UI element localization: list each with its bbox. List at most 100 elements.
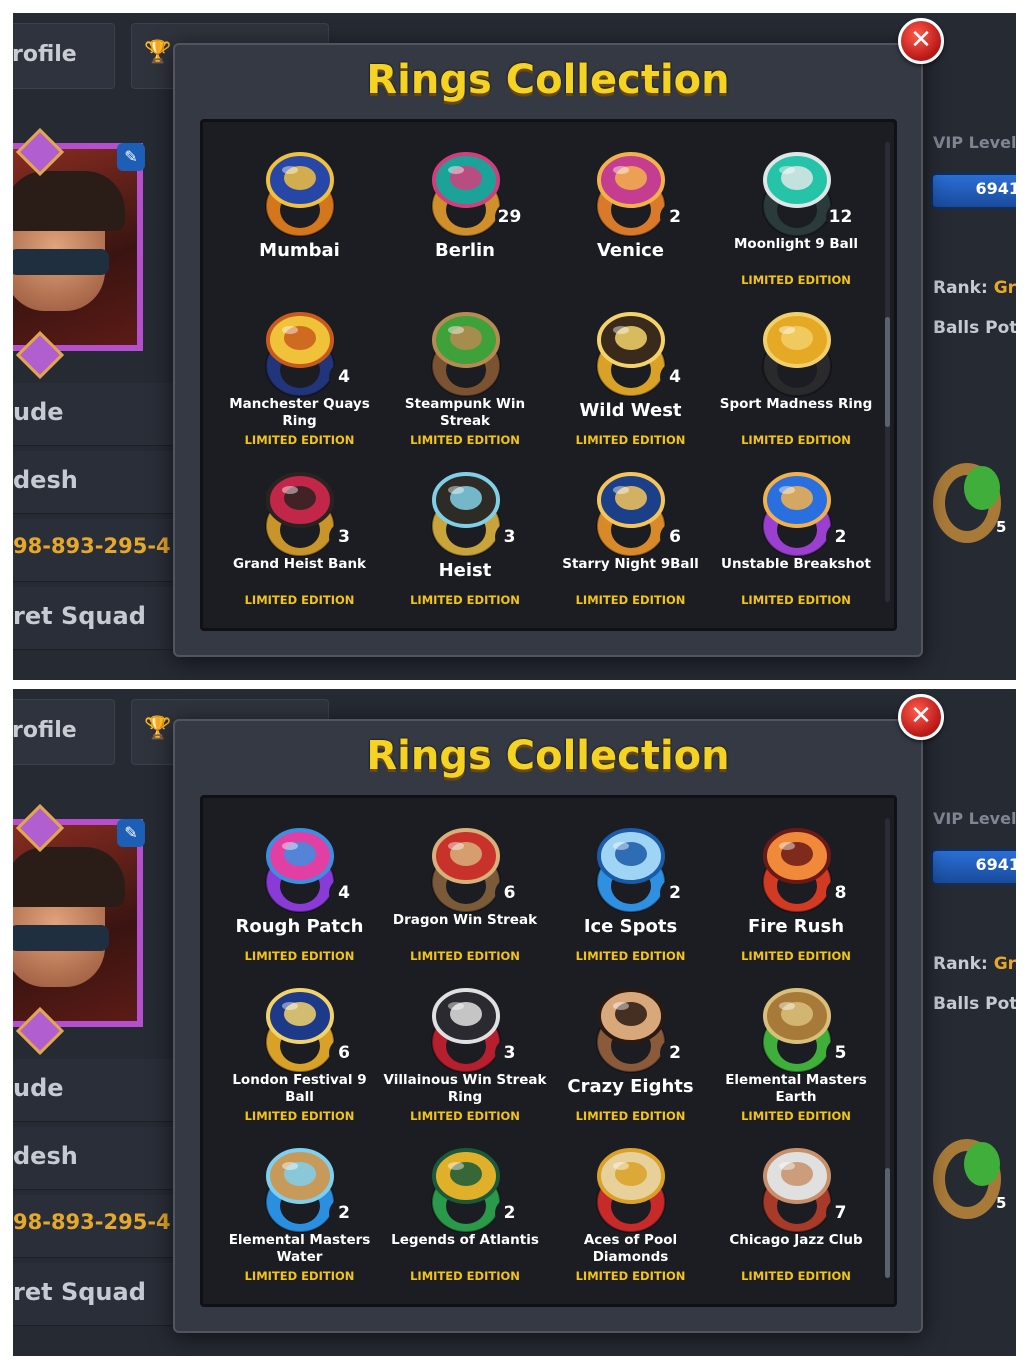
ring-tile[interactable]: 7 Chicago Jazz Club LIMITED EDITION xyxy=(714,1128,879,1288)
ring-tile[interactable]: Sport Madness Ring LIMITED EDITION xyxy=(714,292,879,452)
scroll-thumb[interactable] xyxy=(885,1168,890,1278)
ring-name: Legends of Atlantis xyxy=(391,1232,539,1248)
profile-tab-label: rofile xyxy=(13,42,77,67)
rank-label: Rank: Gra xyxy=(933,954,1016,974)
ring-name: Heist xyxy=(438,560,492,581)
ring-count: 2 xyxy=(825,522,856,552)
ring-icon xyxy=(596,472,666,557)
limited-edition-label: LIMITED EDITION xyxy=(244,433,355,447)
ring-name: Wild West xyxy=(579,400,682,421)
ring-tile[interactable]: 2 Elemental Masters Water LIMITED EDITION xyxy=(217,1128,382,1288)
profile-row-text: ude xyxy=(13,398,64,426)
rings-grid[interactable]: Mumbai 29 Berlin 2 Venice 12 Moonlight 9 Ball L… xyxy=(200,119,897,631)
screenshot-bottom: rofile 🏆 ✎ ude desh 98-893-295-4 ret Squ… xyxy=(13,689,1016,1356)
ring-icon xyxy=(761,152,832,237)
ring-tile[interactable]: Aces of Pool Diamonds LIMITED EDITION xyxy=(548,1128,713,1288)
rank-value: Gra xyxy=(993,954,1016,974)
screenshot-top: rofile 🏆 ✎ ude desh 98-893-295-4 ret Squ… xyxy=(13,13,1016,680)
ring-tile[interactable]: 5 Elemental Masters Earth LIMITED EDITION xyxy=(714,968,879,1128)
ring-name: Mumbai xyxy=(259,240,340,261)
modal-title: Rings Collection xyxy=(366,57,730,103)
ring-count: 6 xyxy=(494,878,525,908)
limited-edition-label: LIMITED EDITION xyxy=(741,949,851,963)
ring-icon xyxy=(761,312,832,397)
balls-potted-label: Balls Potte xyxy=(933,994,1016,1014)
scroll-thumb[interactable] xyxy=(885,317,890,427)
ring-count: 4 xyxy=(329,362,359,392)
ring-count: 3 xyxy=(329,522,359,552)
limited-edition-label: LIMITED EDITION xyxy=(410,949,520,963)
ring-tile[interactable]: 2 Unstable Breakshot LIMITED EDITION xyxy=(714,452,879,612)
ring-tile[interactable]: 29 Berlin xyxy=(383,132,548,292)
ring-tile[interactable]: 2 Ice Spots LIMITED EDITION xyxy=(548,808,713,968)
profile-row: 98-893-295-4 xyxy=(13,519,173,582)
profile-stats: VIP Level: 6941 Rank: Gra Balls Potte 5 xyxy=(921,794,1016,1354)
ring-name: London Festival 9 Ball xyxy=(232,1072,367,1105)
ring-name: Elemental Masters Water xyxy=(228,1232,371,1265)
close-button[interactable]: ✕ xyxy=(898,694,944,740)
avatar-glasses xyxy=(13,925,109,951)
ring-name: Starry Night 9Ball xyxy=(562,556,699,572)
ring-count: 2 xyxy=(660,1038,690,1068)
ring-icon xyxy=(596,312,666,397)
avatar xyxy=(13,819,143,1027)
limited-edition-label: LIMITED EDITION xyxy=(244,1109,355,1123)
ring-tile[interactable]: 4 Wild West LIMITED EDITION xyxy=(548,292,713,452)
ring-tile[interactable]: Mumbai xyxy=(217,132,382,292)
limited-edition-label: LIMITED EDITION xyxy=(741,1269,851,1283)
ring-tile[interactable]: 2 Legends of Atlantis LIMITED EDITION xyxy=(383,1128,548,1288)
ring-icon xyxy=(265,312,335,397)
ring-name: Aces of Pool Diamonds xyxy=(583,1232,678,1265)
ring-name: Grand Heist Bank xyxy=(232,556,367,572)
profile-row: ude xyxy=(13,383,173,446)
close-button[interactable]: ✕ xyxy=(898,18,944,64)
ring-tile[interactable]: 3 Grand Heist Bank LIMITED EDITION xyxy=(217,452,382,612)
ring-name: Crazy Eights xyxy=(567,1076,694,1097)
ring-tile[interactable]: 4 Rough Patch LIMITED EDITION xyxy=(217,808,382,968)
ring-icon xyxy=(596,1148,666,1233)
vip-value: 6941 xyxy=(975,855,1016,874)
limited-edition-label: LIMITED EDITION xyxy=(244,949,355,963)
rank-value: Gra xyxy=(993,278,1016,298)
ring-icon xyxy=(430,988,501,1073)
ring-tile[interactable]: 3 Heist LIMITED EDITION xyxy=(383,452,548,612)
ring-name: Manchester Quays Ring xyxy=(229,396,370,429)
limited-edition-label: LIMITED EDITION xyxy=(244,593,355,607)
ring-icon xyxy=(430,152,501,237)
vip-bar: 6941 xyxy=(931,173,1016,209)
ring-name: Sport Madness Ring xyxy=(719,396,873,412)
vip-bar: 6941 xyxy=(931,849,1016,885)
avatar xyxy=(13,143,143,351)
ring-tile[interactable]: 3 Villainous Win Streak Ring LIMITED EDITI… xyxy=(383,968,548,1128)
ring-icon xyxy=(430,472,501,557)
limited-edition-label: LIMITED EDITION xyxy=(410,593,520,607)
limited-edition-label: LIMITED EDITION xyxy=(741,1109,851,1123)
modal-title: Rings Collection xyxy=(366,733,730,779)
ring-tile[interactable]: 4 Manchester Quays Ring LIMITED EDITION xyxy=(217,292,382,452)
ring-tile[interactable]: 2 Venice xyxy=(548,132,713,292)
scrollbar[interactable] xyxy=(885,142,890,602)
profile-row: 98-893-295-4 xyxy=(13,1195,173,1258)
ring-icon xyxy=(761,828,832,913)
edit-icon[interactable]: ✎ xyxy=(117,819,145,847)
ring-tile[interactable]: Steampunk Win Streak LIMITED EDITION xyxy=(383,292,548,452)
side-ring-count: 5 xyxy=(996,518,1007,536)
ring-icon xyxy=(761,988,832,1073)
edit-icon[interactable]: ✎ xyxy=(117,143,145,171)
scrollbar[interactable] xyxy=(885,818,890,1278)
ring-icon xyxy=(596,828,666,913)
ring-tile[interactable]: 12 Moonlight 9 Ball LIMITED EDITION xyxy=(714,132,879,292)
rings-grid[interactable]: 4 Rough Patch LIMITED EDITION 6 Dragon Win S… xyxy=(200,795,897,1307)
ring-tile[interactable]: 2 Crazy Eights LIMITED EDITION xyxy=(548,968,713,1128)
profile-tab[interactable]: rofile xyxy=(13,23,115,89)
rings-collection-modal: Rings Collection Mumbai 29 Berlin 2 Venice 12… xyxy=(173,43,923,657)
ring-tile[interactable]: 8 Fire Rush LIMITED EDITION xyxy=(714,808,879,968)
ring-tile[interactable]: 6 London Festival 9 Ball LIMITED EDITION xyxy=(217,968,382,1128)
ring-count: 6 xyxy=(329,1038,359,1068)
ring-count: 2 xyxy=(660,202,690,232)
profile-row-text: desh xyxy=(13,1142,78,1170)
limited-edition-label: LIMITED EDITION xyxy=(410,1109,520,1123)
ring-tile[interactable]: 6 Starry Night 9Ball LIMITED EDITION xyxy=(548,452,713,612)
profile-tab[interactable]: rofile xyxy=(13,699,115,765)
ring-tile[interactable]: 6 Dragon Win Streak LIMITED EDITION xyxy=(383,808,548,968)
